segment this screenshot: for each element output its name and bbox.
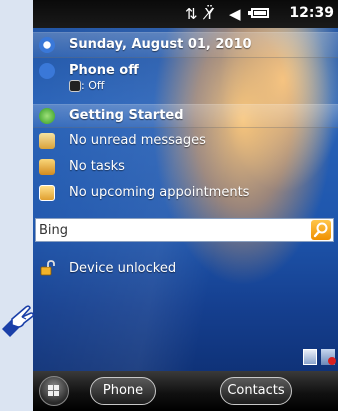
device-lock-text: Device unlocked xyxy=(69,261,177,276)
error-badge-icon xyxy=(328,357,336,365)
envelope-icon xyxy=(39,133,55,149)
getting-started-icon xyxy=(39,108,55,124)
tasks-icon xyxy=(39,159,55,175)
battery-icon[interactable] xyxy=(248,8,269,18)
tasks-text: No tasks xyxy=(69,159,125,174)
tray-device-icon[interactable] xyxy=(303,349,317,365)
start-button[interactable] xyxy=(39,376,69,406)
phone-status-text: Phone off xyxy=(69,63,139,78)
date-text: Sunday, August 01, 2010 xyxy=(69,37,252,52)
volume-off-icon[interactable]: ◀ xyxy=(229,5,241,23)
tasks-row[interactable]: No tasks xyxy=(33,156,338,178)
clock-icon xyxy=(39,37,55,53)
getting-started-row[interactable]: Getting Started xyxy=(33,104,338,128)
messages-row[interactable]: No unread messages xyxy=(33,130,338,152)
bing-search-bar xyxy=(35,218,334,242)
date-row[interactable]: Sunday, August 01, 2010 xyxy=(33,32,338,58)
tray-network-icon[interactable] xyxy=(321,349,336,365)
device-screen: ⇅ Ÿ̸ ◀ 12:39 Sunday, August 01, 2010 Pho… xyxy=(33,0,338,411)
appointments-text: No upcoming appointments xyxy=(69,185,250,200)
windows-logo-icon xyxy=(48,385,59,396)
search-button[interactable] xyxy=(311,220,331,240)
clock[interactable]: 12:39 xyxy=(289,5,334,21)
status-bar: ⇅ Ÿ̸ ◀ 12:39 xyxy=(33,0,338,28)
phone-softkey[interactable]: Phone xyxy=(90,377,156,405)
calendar-icon xyxy=(39,185,55,201)
hand-pointer-icon xyxy=(2,305,35,337)
no-signal-icon[interactable]: Ÿ̸ xyxy=(205,5,214,23)
search-input[interactable] xyxy=(39,221,301,239)
bluetooth-icon xyxy=(69,80,81,92)
magnifier-icon xyxy=(313,222,328,238)
phone-sub-text: : Off xyxy=(81,79,105,92)
taskbar: Phone Contacts xyxy=(33,371,338,411)
contacts-softkey[interactable]: Contacts xyxy=(220,377,292,405)
appointments-row[interactable]: No upcoming appointments xyxy=(33,182,338,204)
messages-text: No unread messages xyxy=(69,133,206,148)
getting-started-text: Getting Started xyxy=(69,108,184,123)
device-lock-row[interactable]: Device unlocked xyxy=(33,258,338,280)
antenna-icon xyxy=(39,63,55,79)
connection-sync-icon[interactable]: ⇅ xyxy=(185,5,198,23)
unlocked-padlock-icon xyxy=(40,260,55,276)
phone-status-row[interactable]: Phone off : Off xyxy=(33,60,338,96)
